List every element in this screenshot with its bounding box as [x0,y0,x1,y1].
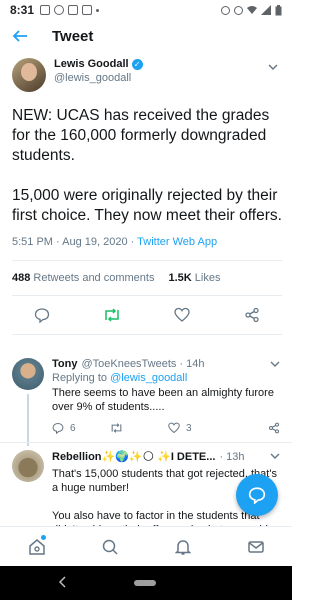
author-row: Lewis Goodall ✓ @lewis_goodall [12,58,282,92]
likes-count: 1.5K [168,272,192,284]
likes-label: Likes [191,272,221,284]
chevron-down-icon [270,361,280,367]
bottom-navigation [0,526,292,566]
reply-icon [34,308,50,323]
page-title: Tweet [52,27,94,45]
tweet-timestamp: 5:51 PM · Aug 19, 2020 · [12,236,138,248]
gallery-icon [82,5,93,15]
back-arrow-icon [12,30,27,42]
sim-icon [40,5,51,15]
retweets-label: Retweets and comments [30,272,155,284]
like-button[interactable] [172,305,192,325]
bell-icon [174,539,191,555]
likes-stat[interactable]: 1.5K Likes [168,272,220,284]
nav-notifications[interactable] [168,532,198,562]
reply-menu-button[interactable] [270,359,280,370]
author-avatar[interactable] [12,58,46,92]
reply-retweet-button[interactable] [110,422,168,434]
vibrate-icon [221,5,230,15]
nav-home[interactable] [22,532,52,562]
retweet-icon [111,423,122,433]
thread-line [27,394,29,446]
replying-to: Replying to @lewis_goodall [52,372,280,384]
reply-avatar[interactable] [12,358,44,390]
tweet-meta: 5:51 PM · Aug 19, 2020 · Twitter Web App [12,236,282,248]
reply-tweet[interactable]: Tony @ToeKneesTweets · 14h Replying to @… [0,352,292,448]
chevron-down-icon [270,453,280,459]
whatsapp-icon [54,5,65,15]
heart-icon [174,307,190,322]
system-home-pill[interactable] [134,580,156,586]
reply-reply-button[interactable]: 6 [52,422,110,434]
message-icon [68,5,79,15]
reply-author-name[interactable]: Rebellion✨🌍✨🌕 ✨I DETE... [52,450,215,463]
nav-search[interactable] [95,532,125,562]
share-icon [245,307,259,323]
battery-icon [275,4,282,15]
system-back-button[interactable] [58,575,74,591]
do-not-disturb-icon [234,5,243,15]
reply-avatar[interactable] [12,450,44,482]
reply-share-button[interactable] [268,422,280,434]
heart-icon [168,422,180,434]
reply-like-button[interactable]: 3 [168,422,226,434]
retweet-icon [105,308,119,322]
tweet-text: NEW: UCAS has received the grades for th… [12,107,282,224]
search-icon [102,539,118,555]
reply-header: Rebellion✨🌍✨🌕 ✨I DETE... · 13h [52,450,280,463]
reply-time: · 14h [179,358,205,370]
chevron-down-icon [268,64,278,70]
tweet-menu-button[interactable] [264,58,282,77]
chevron-left-icon [58,576,66,588]
retweets-stat[interactable]: 488 Retweets and comments [12,272,154,284]
more-notifications-icon [96,8,100,12]
reply-icon [52,422,64,434]
notification-icons [40,5,100,15]
system-icons [221,4,282,16]
reply-actions: 6 3 [52,422,280,434]
reply-like-count: 3 [186,422,192,434]
system-navigation-bar [0,566,292,600]
replying-prefix: Replying to [52,372,111,384]
signal-icon [261,5,271,15]
author-name-text: Lewis Goodall [54,58,129,70]
reply-author-handle: @ToeKneesTweets [81,358,177,370]
tweet-actions [12,296,282,334]
replying-to-link[interactable]: @lewis_goodall [110,372,187,384]
nav-messages[interactable] [241,532,271,562]
tweet-stats: 488 Retweets and comments 1.5K Likes [12,261,282,295]
home-icon [28,538,45,555]
author-info: Lewis Goodall ✓ @lewis_goodall [54,58,143,84]
reply-time: · 13h [219,450,245,463]
tweet-source-link[interactable]: Twitter Web App [137,236,217,248]
reply-icon [248,487,266,504]
main-tweet: Lewis Goodall ✓ @lewis_goodall NEW: UCAS… [12,58,282,335]
share-button[interactable] [242,305,262,325]
divider [0,442,292,443]
wifi-icon [247,6,257,14]
app-bar: Tweet [0,20,292,52]
reply-text: There seems to have been an almighty fur… [52,387,278,413]
reply-reply-count: 6 [70,422,76,434]
status-bar: 8:31 [0,0,292,20]
divider [12,334,282,335]
share-icon [268,422,280,434]
new-tweets-dot [40,534,46,540]
compose-reply-button[interactable] [236,474,278,516]
back-button[interactable] [0,20,40,52]
retweet-button[interactable] [102,305,122,325]
reply-header: Tony @ToeKneesTweets · 14h [52,358,280,370]
author-name[interactable]: Lewis Goodall ✓ [54,58,143,70]
author-handle: @lewis_goodall [54,72,132,84]
reply-author-name[interactable]: Tony [52,358,77,370]
mail-icon [247,540,264,553]
verified-icon: ✓ [131,58,143,70]
retweets-count: 488 [12,272,31,284]
reply-menu-button[interactable] [270,451,280,462]
reply-button[interactable] [32,305,52,325]
status-time: 8:31 [10,3,35,17]
reply-body: Tony @ToeKneesTweets · 14h Replying to @… [52,358,280,434]
